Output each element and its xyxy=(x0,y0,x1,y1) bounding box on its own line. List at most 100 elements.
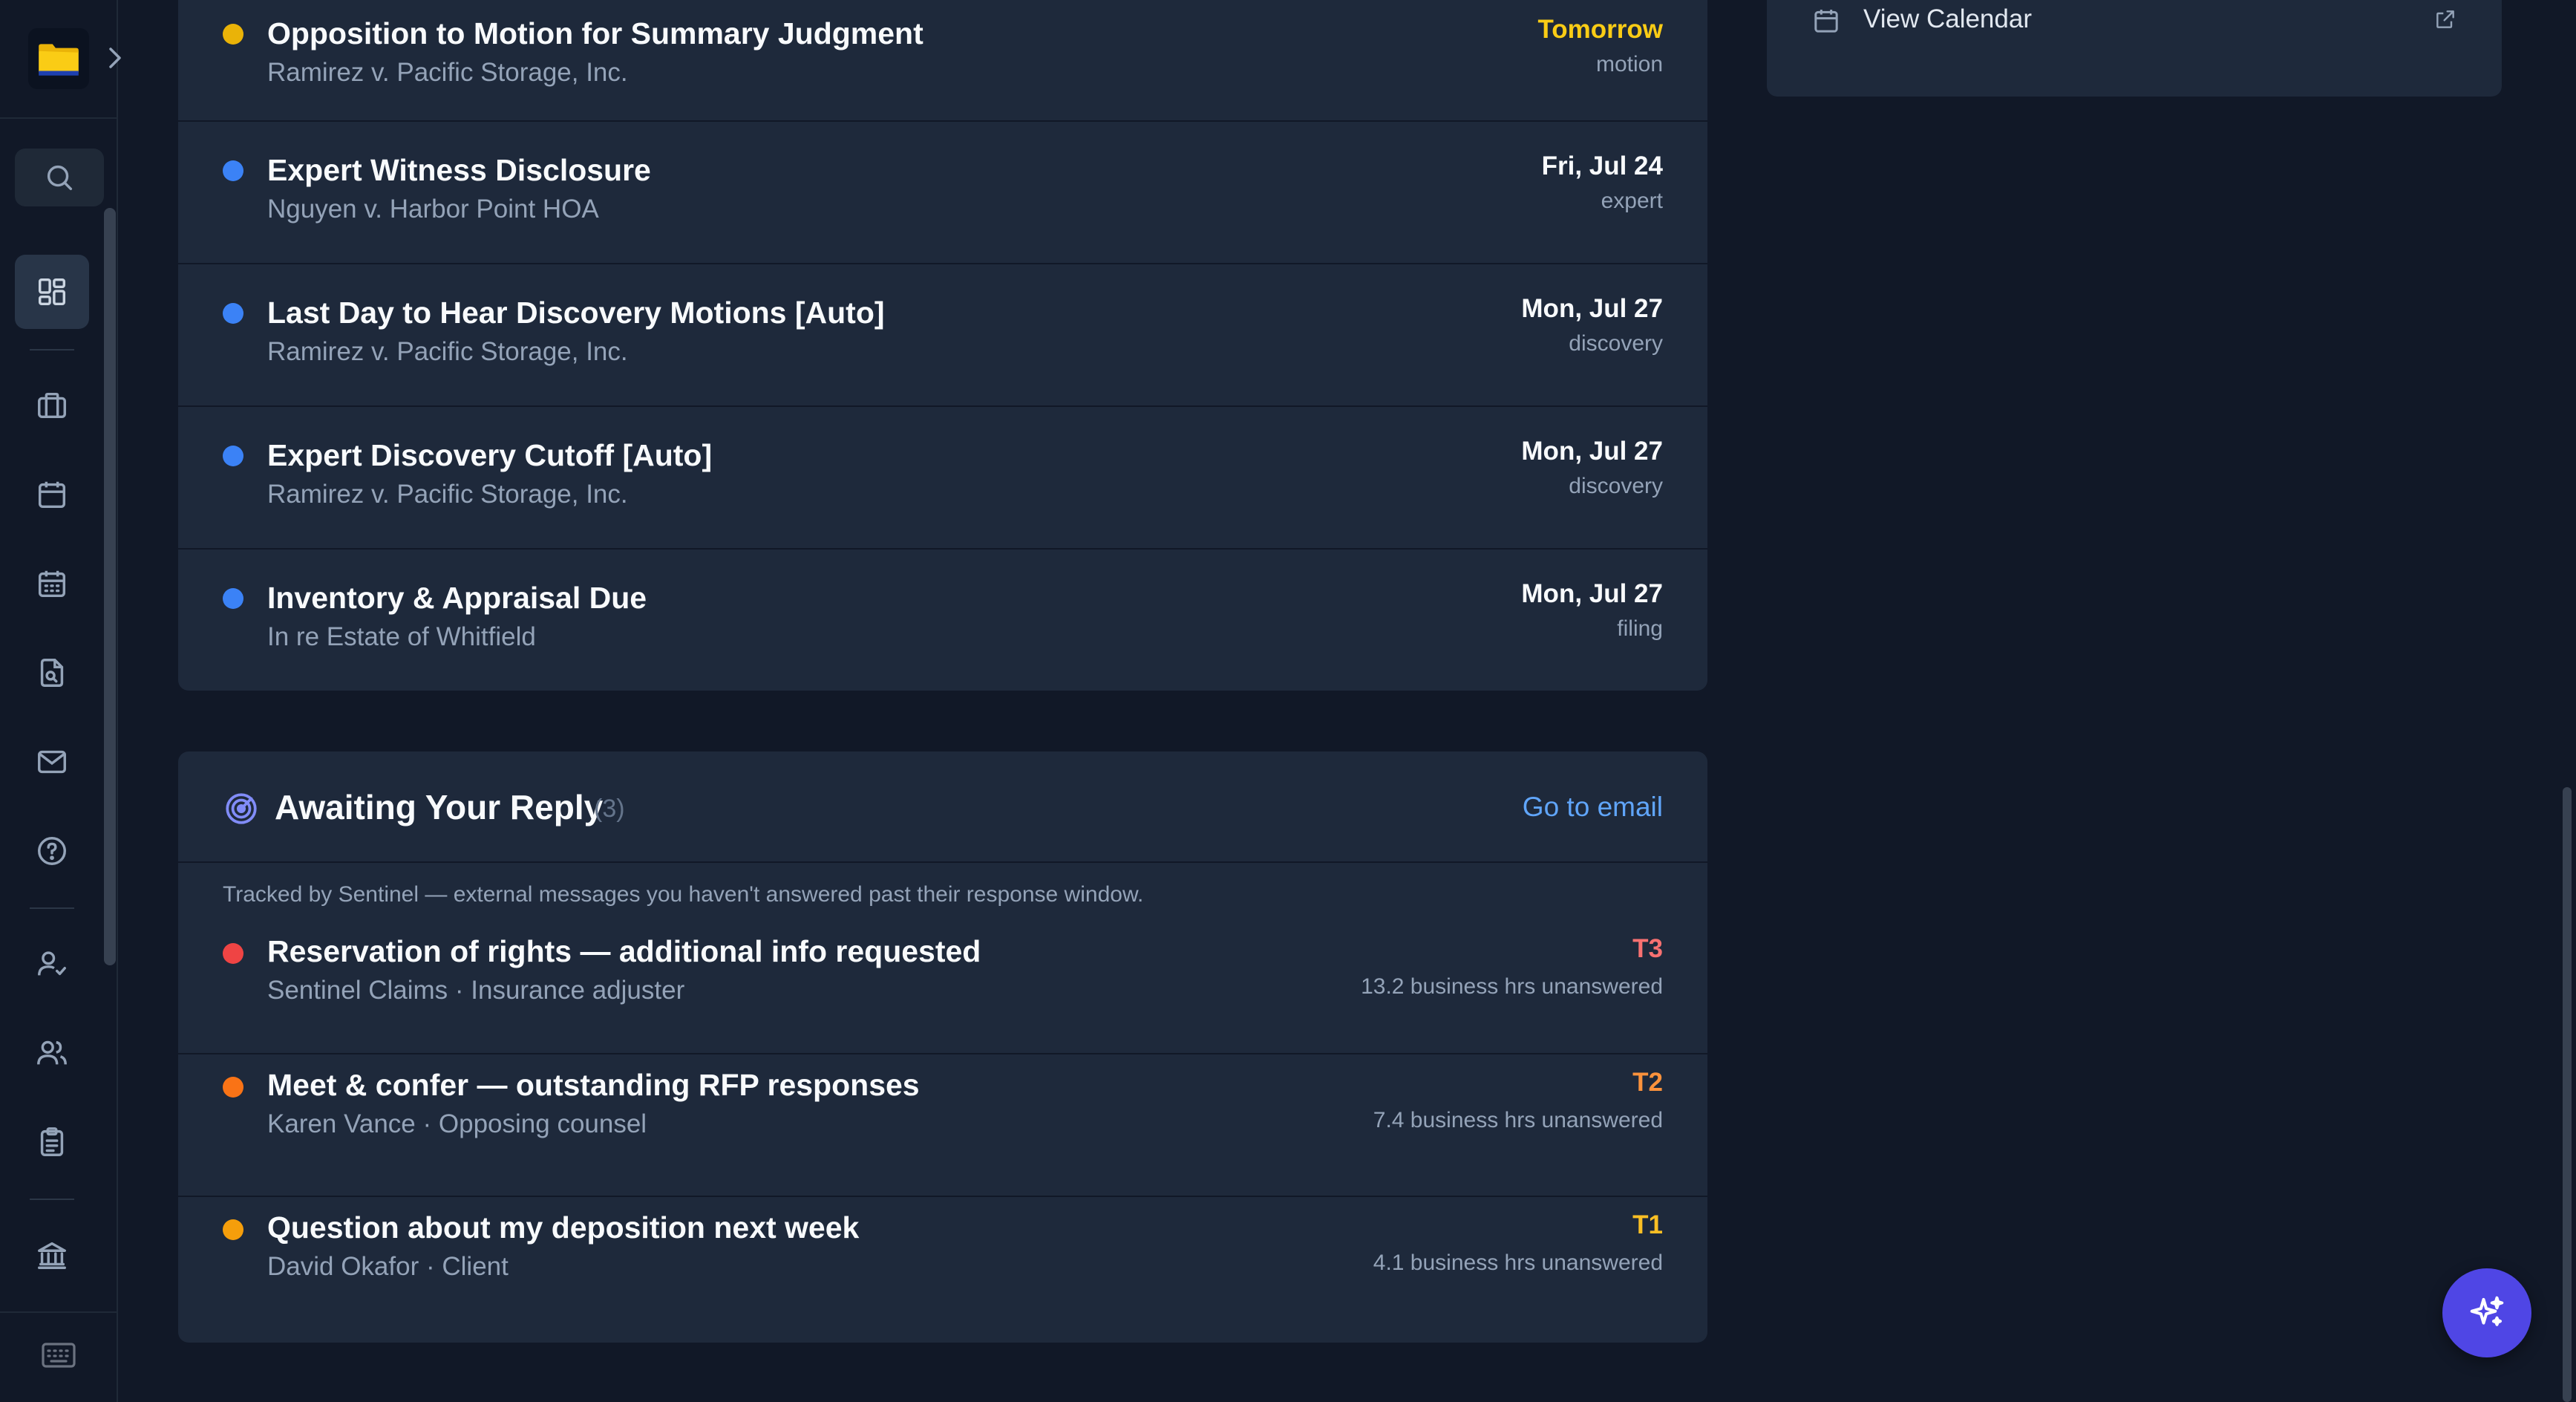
deadline-date: Tomorrow xyxy=(1537,15,1663,44)
nav-calendar[interactable] xyxy=(15,457,89,532)
tier-badge: T3 xyxy=(1632,934,1663,963)
deadline-title: Last Day to Hear Discovery Motions [Auto… xyxy=(267,296,885,330)
nav-mail[interactable] xyxy=(15,725,89,799)
nav-schedule[interactable] xyxy=(15,547,89,621)
nav-courts[interactable] xyxy=(15,1218,89,1292)
folder-logo-icon xyxy=(28,28,89,89)
briefcase-icon xyxy=(38,392,66,419)
nav-separator xyxy=(30,907,74,909)
case-name: Ramirez v. Pacific Storage, Inc. xyxy=(267,337,628,366)
section-title: Awaiting Your Reply xyxy=(275,788,604,826)
case-name: Ramirez v. Pacific Storage, Inc. xyxy=(267,58,628,87)
priority-dot xyxy=(223,446,243,466)
sidebar xyxy=(0,0,121,1402)
app-root: Opposition to Motion for Summary Judgmen… xyxy=(0,0,2576,1402)
list-item[interactable]: Last Day to Hear Discovery Motions [Auto… xyxy=(178,264,1707,407)
page-scrollbar[interactable] xyxy=(2563,787,2572,1402)
nav-contacts[interactable] xyxy=(15,1016,89,1090)
awaiting-reply-card: Awaiting Your Reply (3) Go to email Trac… xyxy=(178,751,1707,1343)
calendar-grid-icon xyxy=(38,570,66,598)
sidebar-divider xyxy=(0,1311,117,1313)
help-icon xyxy=(38,837,66,865)
nav-tasks[interactable] xyxy=(15,1105,89,1179)
deadline-type: filing xyxy=(1617,616,1663,641)
list-item[interactable]: Opposition to Motion for Summary Judgmen… xyxy=(178,0,1707,122)
list-item[interactable]: Reservation of rights — additional info … xyxy=(178,921,1707,1054)
deadline-date: Mon, Jul 27 xyxy=(1521,579,1663,608)
unanswered-hours: 13.2 business hrs unanswered xyxy=(1361,974,1663,999)
tier-badge: T1 xyxy=(1632,1210,1663,1239)
deadline-title: Opposition to Motion for Summary Judgmen… xyxy=(267,16,923,50)
priority-dot xyxy=(223,160,243,181)
view-calendar-link[interactable]: View Calendar xyxy=(1863,4,2032,34)
deadline-date: Fri, Jul 24 xyxy=(1541,151,1663,180)
deadline-type: discovery xyxy=(1569,331,1663,356)
deadline-title: Expert Witness Disclosure xyxy=(267,153,651,187)
priority-dot xyxy=(223,303,243,324)
nav-dashboard[interactable] xyxy=(15,255,89,329)
sentinel-note: Tracked by Sentinel — external messages … xyxy=(223,882,1144,907)
nav-help[interactable] xyxy=(15,814,89,888)
external-link-icon[interactable] xyxy=(2433,7,2457,31)
deadline-title: Inventory & Appraisal Due xyxy=(267,581,647,615)
awaiting-reply-header: Awaiting Your Reply (3) Go to email xyxy=(178,751,1707,863)
list-item[interactable]: Expert Discovery Cutoff [Auto] Ramirez v… xyxy=(178,407,1707,550)
search-icon xyxy=(47,165,73,191)
case-name: In re Estate of Whitfield xyxy=(267,622,536,651)
unanswered-hours: 4.1 business hrs unanswered xyxy=(1373,1251,1663,1275)
priority-dot xyxy=(223,588,243,609)
dashboard-icon xyxy=(38,278,66,306)
nav-cases[interactable] xyxy=(15,368,89,443)
sidebar-divider xyxy=(0,117,117,119)
message-sender: Sentinel Claims · Insurance adjuster xyxy=(267,976,685,1005)
deadline-date: Mon, Jul 27 xyxy=(1521,437,1663,466)
clipboard-icon xyxy=(40,1127,64,1156)
deadline-type: motion xyxy=(1595,52,1663,76)
users-icon xyxy=(37,1040,67,1065)
list-item[interactable]: Inventory & Appraisal Due In re Estate o… xyxy=(178,550,1707,691)
deadline-type: discovery xyxy=(1569,474,1663,498)
priority-dot xyxy=(223,24,243,45)
message-subject: Reservation of rights — additional info … xyxy=(267,934,981,968)
user-check-icon xyxy=(38,951,66,976)
nav-separator xyxy=(30,349,74,350)
app-logo[interactable] xyxy=(28,28,89,89)
unanswered-hours: 7.4 business hrs unanswered xyxy=(1373,1108,1663,1132)
deadline-type: expert xyxy=(1601,189,1663,213)
message-sender: Karen Vance · Opposing counsel xyxy=(267,1109,647,1138)
message-sender: David Okafor · Client xyxy=(267,1252,509,1281)
deadlines-card: Opposition to Motion for Summary Judgmen… xyxy=(178,0,1707,691)
courthouse-icon xyxy=(38,1242,66,1269)
keyboard-shortcuts-button[interactable] xyxy=(41,1340,76,1370)
calendar-panel: View Calendar xyxy=(1767,0,2502,97)
deadline-date: Mon, Jul 27 xyxy=(1521,294,1663,323)
list-item[interactable]: Meet & confer — outstanding RFP response… xyxy=(178,1054,1707,1197)
sidebar-scrollbar[interactable] xyxy=(104,208,116,965)
priority-dot xyxy=(223,943,243,964)
mail-icon xyxy=(38,750,66,774)
message-subject: Question about my deposition next week xyxy=(267,1210,860,1245)
tier-badge: T2 xyxy=(1632,1068,1663,1097)
calendar-icon xyxy=(38,481,66,509)
message-subject: Meet & confer — outstanding RFP response… xyxy=(267,1068,920,1102)
nav-separator xyxy=(30,1199,74,1200)
priority-dot xyxy=(223,1077,243,1098)
case-name: Nguyen v. Harbor Point HOA xyxy=(267,195,599,224)
list-item[interactable]: Expert Witness Disclosure Nguyen v. Harb… xyxy=(178,122,1707,264)
ai-assistant-button[interactable] xyxy=(2442,1268,2531,1357)
deadline-title: Expert Discovery Cutoff [Auto] xyxy=(267,438,713,472)
list-item[interactable]: Question about my deposition next week D… xyxy=(178,1197,1707,1340)
reply-count-badge: (3) xyxy=(594,795,625,823)
calendar-icon xyxy=(1811,6,1841,36)
search-button[interactable] xyxy=(15,149,104,206)
nav-documents[interactable] xyxy=(15,636,89,710)
radar-icon xyxy=(223,790,260,827)
priority-dot xyxy=(223,1219,243,1240)
keyboard-icon xyxy=(42,1343,76,1368)
nav-user-check[interactable] xyxy=(15,927,89,1001)
case-name: Ramirez v. Pacific Storage, Inc. xyxy=(267,480,628,509)
go-to-email-link[interactable]: Go to email xyxy=(1523,792,1663,823)
document-search-icon xyxy=(40,659,64,687)
sparkles-icon xyxy=(2470,1296,2504,1326)
chevron-right-icon[interactable] xyxy=(105,45,125,71)
